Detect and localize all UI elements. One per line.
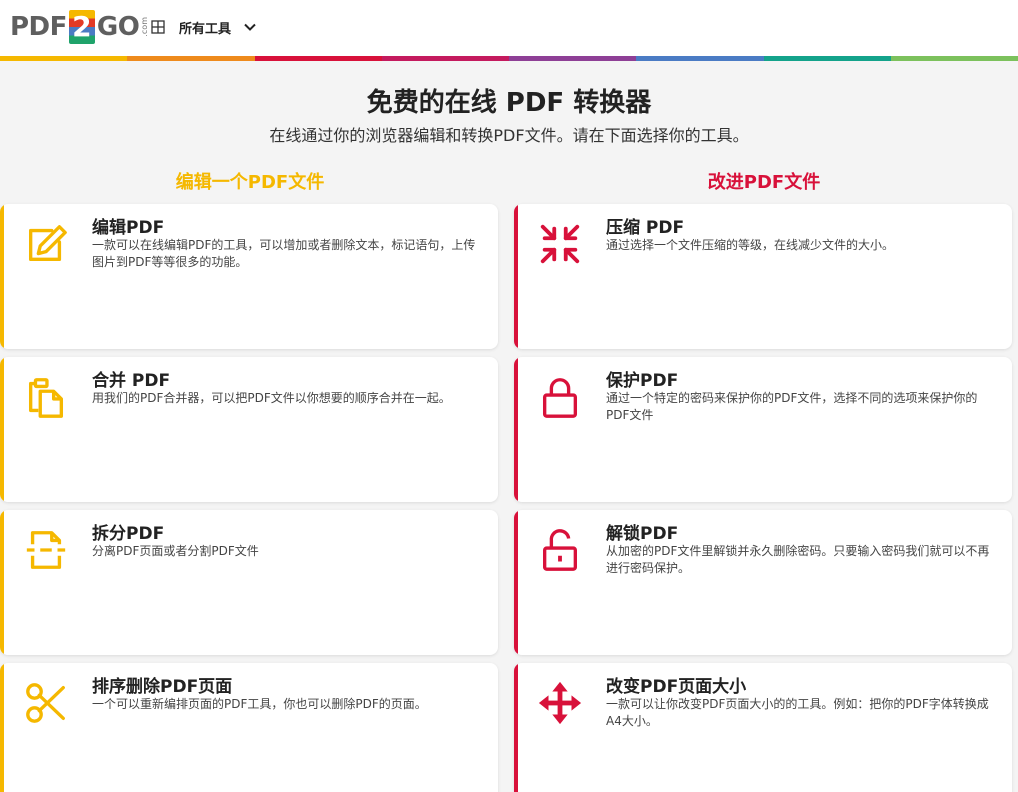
- tool-card-protect-pdf[interactable]: 保护PDF 通过一个特定的密码来保护你的PDF文件，选择不同的选项来保护你的PD…: [514, 357, 1012, 502]
- logo-two-badge: 2: [68, 10, 95, 44]
- all-tools-menu-button[interactable]: 所有工具: [151, 17, 257, 37]
- tool-description: 一款可以在线编辑PDF的工具，可以增加或者删除文本，标记语句，上传图片到PDF等…: [92, 238, 476, 269]
- tool-title: 排序删除PDF页面: [92, 677, 233, 697]
- tool-title: 改变PDF页面大小: [606, 677, 747, 697]
- tool-title: 编辑PDF: [92, 218, 165, 238]
- stripe-segment: [381, 56, 509, 61]
- grid-icon: [151, 20, 165, 34]
- edit-icon: [20, 218, 72, 270]
- tool-description: 从加密的PDF文件里解锁并永久删除密码。只要输入密码我们就可以不再进行密码保护。: [606, 544, 990, 575]
- scissors-icon: [20, 677, 72, 729]
- logo-go-text: GO: [96, 12, 140, 42]
- stripe-segment: [890, 56, 1018, 61]
- stripe-segment: [763, 56, 891, 61]
- compress-icon: [534, 218, 586, 270]
- stripe-segment: [509, 56, 637, 61]
- lock-icon: [534, 371, 586, 423]
- stripe-segment: [254, 56, 382, 61]
- top-header: PDF 2 GO .com 所有工具: [0, 0, 1018, 56]
- tool-card-merge-pdf[interactable]: 合并 PDF 用我们的PDF合并器，可以把PDF文件以你想要的顺序合并在一起。: [0, 357, 498, 502]
- logo-two-text: 2: [72, 10, 92, 43]
- pdf2go-logo[interactable]: PDF 2 GO .com: [10, 9, 149, 45]
- tool-title: 压缩 PDF: [606, 218, 685, 238]
- tool-description: 通过一个特定的密码来保护你的PDF文件，选择不同的选项来保护你的PDF文件: [606, 391, 978, 422]
- tool-title: 拆分PDF: [92, 524, 165, 544]
- stripe-segment: [0, 56, 128, 61]
- unlock-icon: [534, 524, 586, 576]
- tool-description: 用我们的PDF合并器，可以把PDF文件以你想要的顺序合并在一起。: [92, 391, 451, 405]
- edit-pdf-heading: 编辑一个PDF文件: [175, 172, 325, 193]
- improve-pdf-heading: 改进PDF文件: [707, 172, 821, 193]
- stripe-segment: [127, 56, 255, 61]
- color-stripe: [0, 56, 1018, 61]
- split-icon: [20, 524, 72, 576]
- stripe-segment: [636, 56, 764, 61]
- tool-card-resize-pdf[interactable]: 改变PDF页面大小 一款可以让你改变PDF页面大小的的工具。例如：把你的PDF字…: [514, 663, 1012, 792]
- tool-description: 分离PDF页面或者分割PDF文件: [92, 544, 259, 558]
- resize-icon: [534, 677, 586, 729]
- tool-card-compress-pdf[interactable]: 压缩 PDF 通过选择一个文件压缩的等级，在线减少文件的大小。: [514, 204, 1012, 349]
- logo-pdf-text: PDF: [10, 12, 67, 42]
- tool-description: 通过选择一个文件压缩的等级，在线减少文件的大小。: [606, 238, 895, 252]
- tool-card-unlock-pdf[interactable]: 解锁PDF 从加密的PDF文件里解锁并永久删除密码。只要输入密码我们就可以不再进…: [514, 510, 1012, 655]
- page-title: 免费的在线 PDF 转换器: [366, 88, 652, 118]
- merge-icon: [20, 371, 72, 423]
- page-subtitle: 在线通过你的浏览器编辑和转换PDF文件。请在下面选择你的工具。: [269, 126, 749, 145]
- tool-card-split-pdf[interactable]: 拆分PDF 分离PDF页面或者分割PDF文件: [0, 510, 498, 655]
- tool-card-edit-pdf[interactable]: 编辑PDF 一款可以在线编辑PDF的工具，可以增加或者删除文本，标记语句，上传图…: [0, 204, 498, 349]
- logo-com-text: .com: [140, 17, 150, 37]
- all-tools-label: 所有工具: [179, 21, 232, 37]
- tool-title: 解锁PDF: [606, 524, 679, 544]
- tool-title: 合并 PDF: [92, 371, 171, 391]
- tool-description: 一个可以重新编排页面的PDF工具，你也可以删除PDF的页面。: [92, 697, 427, 711]
- tool-title: 保护PDF: [606, 371, 679, 391]
- tool-description: 一款可以让你改变PDF页面大小的的工具。例如：把你的PDF字体转换成A4大小。: [606, 697, 989, 728]
- chevron-down-icon: [244, 23, 256, 31]
- tool-card-sort-delete-pages[interactable]: 排序删除PDF页面 一个可以重新编排页面的PDF工具，你也可以删除PDF的页面。: [0, 663, 498, 792]
